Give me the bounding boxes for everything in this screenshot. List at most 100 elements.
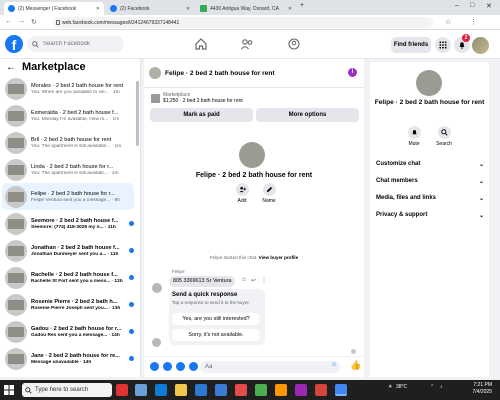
find-friends-button[interactable]: Find friends	[391, 37, 431, 53]
emoji-icon[interactable]: ☺	[331, 362, 337, 368]
app-icon[interactable]	[315, 384, 327, 396]
close-tab-icon[interactable]: ✕	[288, 6, 292, 12]
quick-response-option[interactable]: Yes, are you still interested?	[172, 313, 260, 325]
message-bubble[interactable]: 805 3369613 Sr Ventura	[169, 276, 235, 287]
friends-icon[interactable]	[240, 37, 254, 51]
thumbs-up-icon[interactable]: 👍	[350, 360, 361, 371]
add-action[interactable]: Add	[230, 183, 254, 204]
conversation-item[interactable]: Esmeralda · 2 bed 2 bath house f... You: …	[2, 102, 134, 129]
more-options-button[interactable]: More options	[256, 108, 359, 122]
conversation-item[interactable]: Linda · 2 bed 2 bath house for r... You: …	[2, 156, 134, 183]
section-customize-chat[interactable]: Customize chat ⌄	[376, 161, 484, 168]
listing-price: $1,250 · 2 bed 2 bath house for rent	[163, 98, 243, 104]
mark-as-paid-button[interactable]: Mark as paid	[150, 108, 253, 122]
minimize-icon[interactable]: –	[455, 2, 459, 9]
weather-icon[interactable]: ☀	[388, 384, 392, 390]
conversation-snippet: You: The apartment is still availabl... …	[31, 170, 119, 176]
conversation-item[interactable]: Rosenie Pierre · 2 bed 2 bath h... Roseni…	[2, 291, 134, 318]
close-tab-icon[interactable]: ✕	[186, 6, 190, 12]
chat-center-name: Felipe · 2 bed 2 bath house for rent	[195, 172, 313, 179]
app-icon[interactable]	[116, 384, 128, 396]
weather-temp[interactable]: 38°C	[396, 384, 407, 390]
sender-avatar[interactable]	[152, 283, 162, 293]
search-action[interactable]: Search	[432, 126, 456, 147]
conversation-snippet: You: When are you available to vie... · …	[31, 89, 120, 95]
plus-icon[interactable]	[150, 362, 159, 371]
facebook-logo-icon[interactable]: f	[5, 35, 23, 53]
conversation-snippet: You: The apartment is still available...…	[31, 143, 122, 149]
star-icon[interactable]: ☆	[445, 18, 451, 26]
facebook-search[interactable]	[27, 36, 124, 52]
file-explorer-icon[interactable]	[175, 384, 187, 396]
back-arrow-icon[interactable]: ←	[5, 18, 12, 25]
conversation-name: Morales · 2 bed 2 bath house for rent	[31, 82, 124, 89]
name-action[interactable]: Name	[257, 183, 281, 204]
image-icon[interactable]	[176, 362, 185, 371]
conversation-item[interactable]: Seemore · 2 bed 2 bath house f... Seemore…	[2, 210, 134, 237]
conversation-item[interactable]: Felipe · 2 bed 2 bath house for r... Feli…	[2, 183, 134, 210]
more-icon[interactable]: ⋮	[261, 277, 267, 284]
browser-tab-address[interactable]: 4430 Antigua Way, Oxnard, CA ✕	[196, 2, 296, 15]
conversation-item[interactable]: Jonathan · 2 bed 2 bath house f... Jonath…	[2, 237, 134, 264]
panel-title: Marketplace	[22, 61, 86, 73]
message-input[interactable]: Aa	[200, 361, 340, 373]
task-view-icon[interactable]	[135, 384, 147, 396]
windows-start-icon[interactable]	[4, 385, 14, 395]
reload-icon[interactable]: ↻	[31, 18, 37, 26]
scrollbar[interactable]	[136, 81, 139, 146]
app-icon[interactable]	[295, 384, 307, 396]
section-label: Customize chat	[376, 161, 421, 167]
react-icon[interactable]: ☺	[241, 277, 247, 283]
info-icon[interactable]: i	[348, 68, 357, 77]
chat-title[interactable]: Felipe · 2 bed 2 bath house for rent	[165, 70, 275, 77]
volume-icon[interactable]: ♪	[440, 384, 443, 390]
listing-avatar[interactable]	[149, 67, 161, 79]
mail-icon[interactable]	[215, 384, 227, 396]
app-icon[interactable]	[255, 384, 267, 396]
store-icon[interactable]	[195, 384, 207, 396]
conversation-item[interactable]: Morales · 2 bed 2 bath house for rent You…	[2, 75, 134, 102]
maximize-icon[interactable]: □	[470, 2, 474, 9]
view-buyer-profile-link[interactable]: View buyer profile	[259, 255, 298, 260]
profile-avatar[interactable]	[472, 37, 489, 54]
sender-avatar[interactable]	[152, 338, 161, 347]
edge-icon[interactable]	[155, 384, 167, 396]
camera-icon[interactable]	[163, 362, 172, 371]
listing-photo	[239, 142, 265, 168]
conversation-item[interactable]: Jane · 2 bed 2 bath house for re... Messa…	[2, 345, 134, 372]
taskbar-clock[interactable]: 7:21 PM 7/4/2025	[452, 382, 492, 396]
section-privacy-support[interactable]: Privacy & support ⌄	[376, 212, 484, 219]
close-tab-icon[interactable]: ✕	[96, 6, 100, 12]
browser-tab-messenger[interactable]: (2) Messenger | Facebook ✕	[4, 2, 104, 15]
network-icon[interactable]: ⌃	[430, 384, 434, 390]
gif-icon[interactable]	[189, 362, 198, 371]
section-media-files-links[interactable]: Media, files and links ⌄	[376, 195, 484, 202]
url-field[interactable]: web.facebook.com/messages/t/241246793371…	[53, 17, 433, 28]
browser-tab-facebook[interactable]: (2) Facebook ✕	[106, 2, 194, 15]
conversation-name: Bril · 2 bed 2 bath house for rent	[31, 136, 112, 143]
add-person-icon	[238, 186, 246, 193]
quick-response-option[interactable]: Sorry, it's not available.	[172, 329, 260, 341]
reply-icon[interactable]: ↩	[251, 277, 256, 284]
mute-action[interactable]: Mute	[402, 126, 426, 147]
menu-grid-button[interactable]	[435, 37, 451, 53]
conversation-item[interactable]: Gadou · 2 bed 2 bath house for r... Gadou…	[2, 318, 134, 345]
close-window-icon[interactable]: ✕	[486, 2, 492, 10]
conversation-item[interactable]: Bril · 2 bed 2 bath house for rent You: T…	[2, 129, 134, 156]
back-arrow-icon[interactable]: ←	[6, 62, 16, 73]
taskbar-search[interactable]: Type here to search	[22, 383, 112, 397]
new-tab-button[interactable]: +	[300, 2, 304, 9]
conversation-item[interactable]: Rachelle · 2 bed 2 bath house f... Rachel…	[2, 264, 134, 291]
facebook-favicon-icon	[8, 5, 15, 12]
chrome-icon[interactable]	[335, 384, 347, 396]
listing-summary[interactable]: Marketplace $1,250 · 2 bed 2 bath house …	[151, 92, 243, 104]
app-icon[interactable]	[275, 384, 287, 396]
app-icon[interactable]	[235, 384, 247, 396]
groups-icon[interactable]	[287, 37, 301, 51]
search-input[interactable]	[43, 41, 123, 47]
section-chat-members[interactable]: Chat members ⌄	[376, 178, 484, 185]
browser-menu-icon[interactable]: ⋮	[470, 18, 477, 26]
conversation-snippet: Jonathan Dunmeyer sent you a... · 11h	[31, 251, 119, 257]
home-icon[interactable]	[194, 37, 208, 51]
forward-arrow-icon[interactable]: →	[18, 18, 25, 25]
